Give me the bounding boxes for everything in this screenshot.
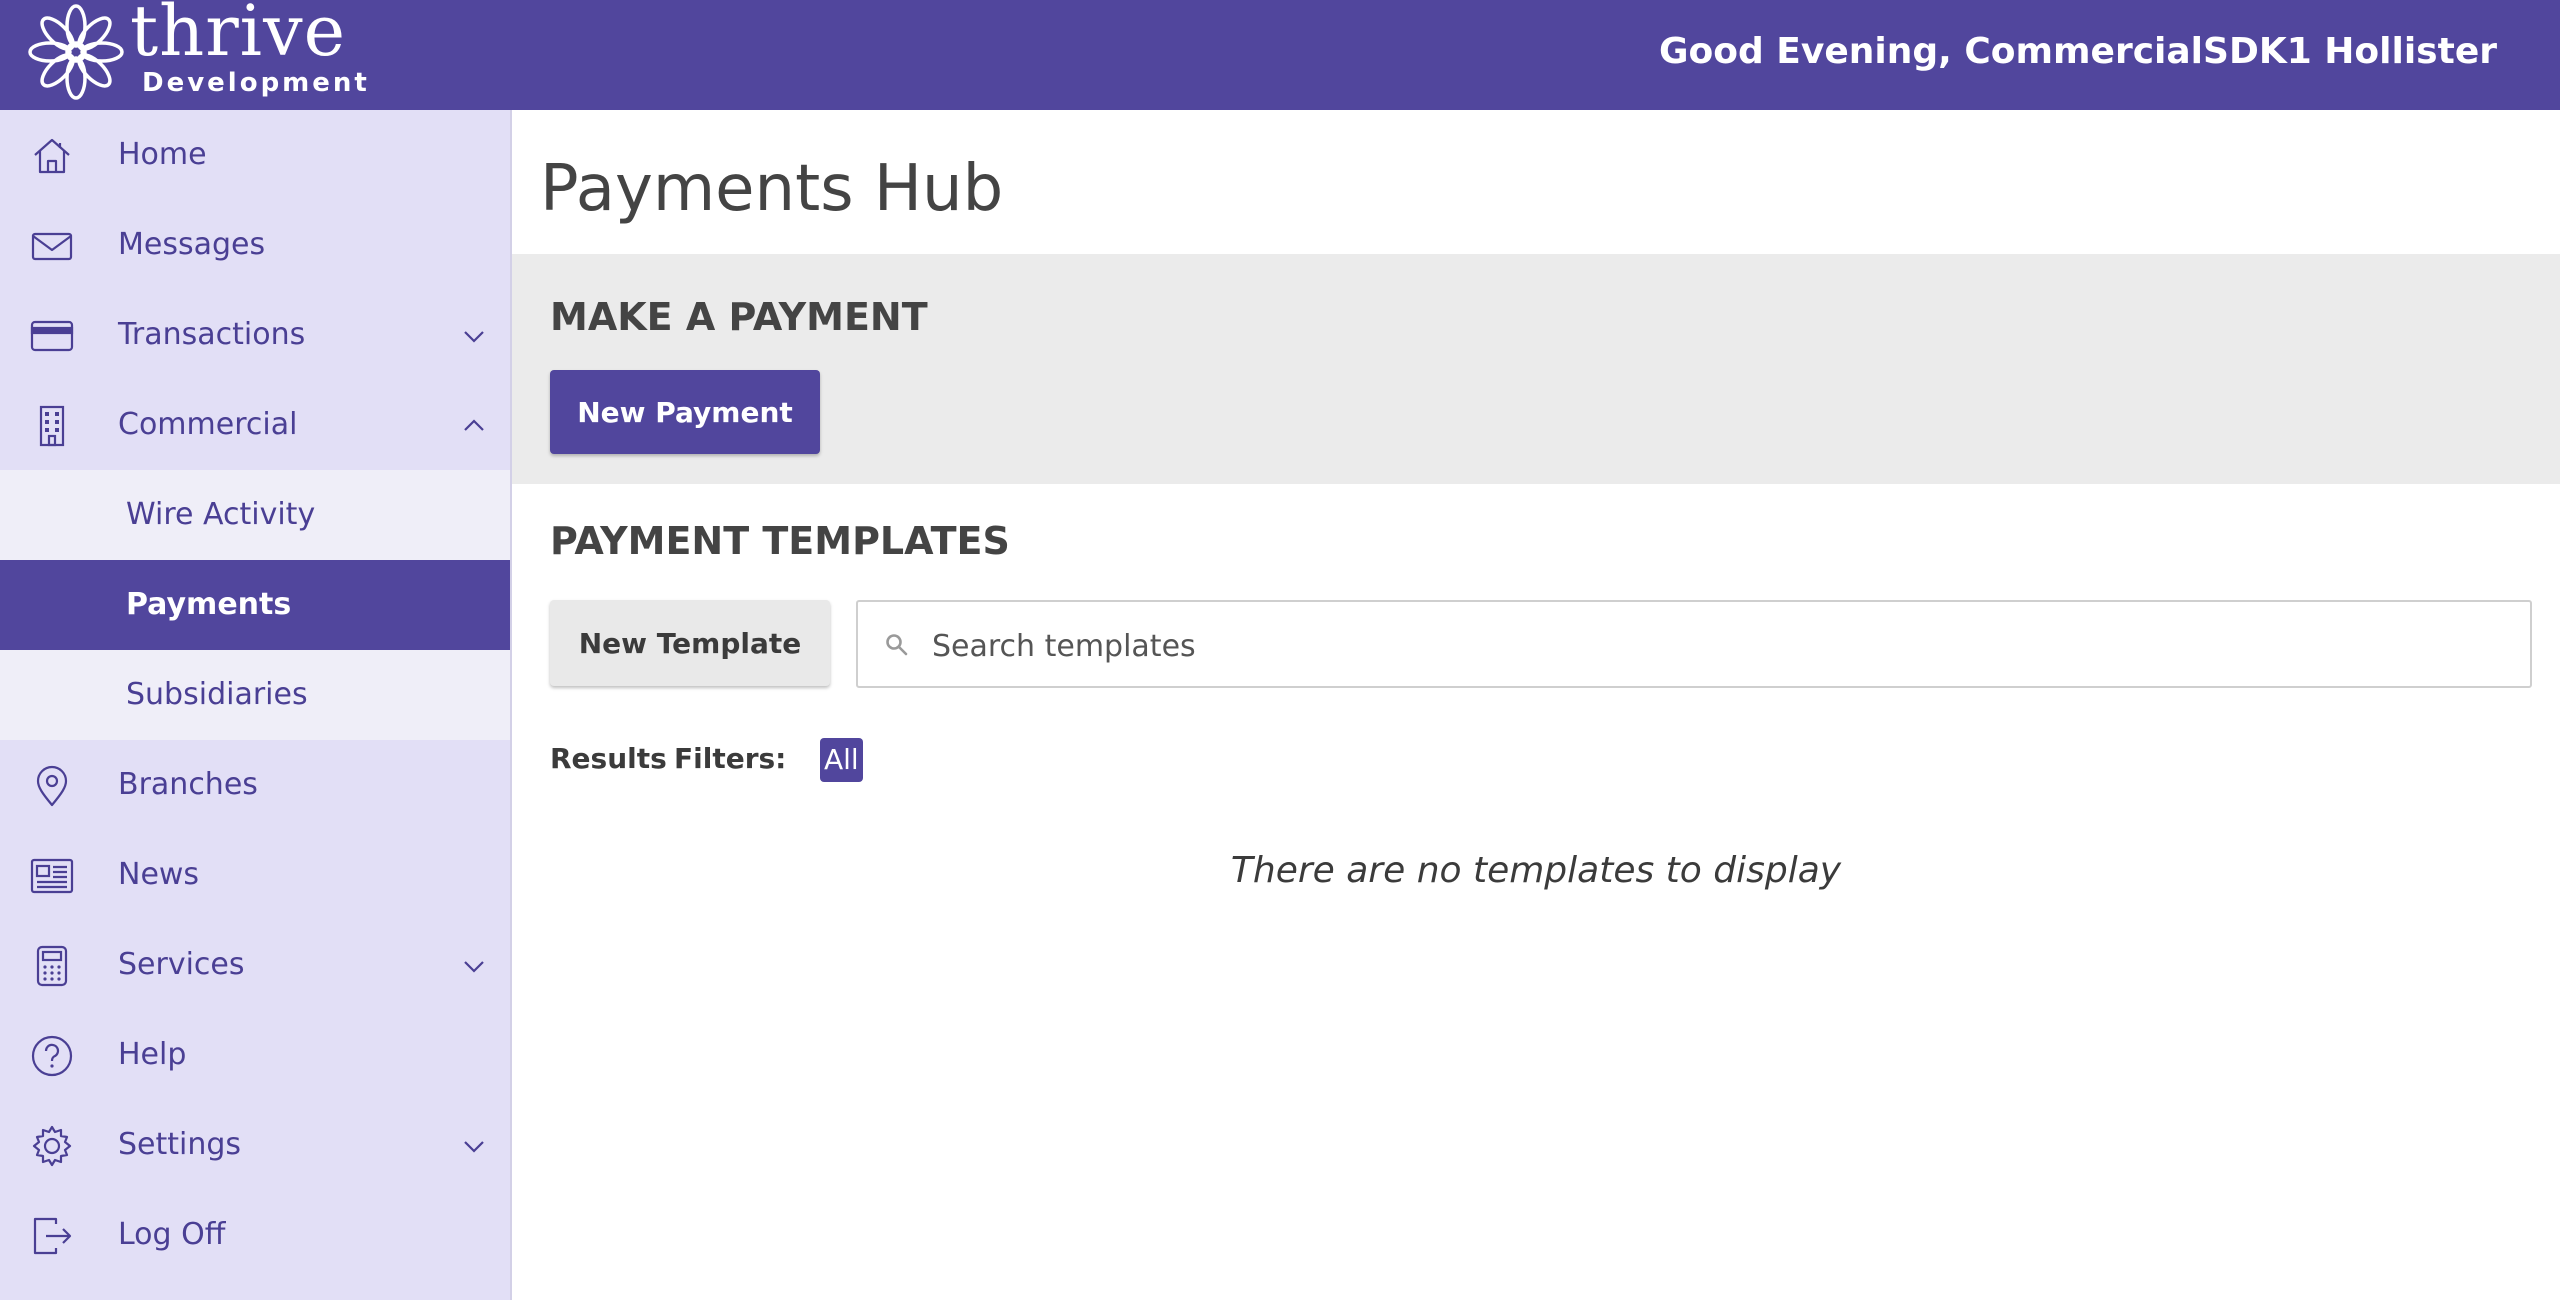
sidebar-item-log-off[interactable]: Log Off	[0, 1190, 510, 1280]
template-search-box[interactable]	[856, 600, 2532, 688]
chevron-up-icon[interactable]	[460, 412, 488, 440]
sidebar-item-label: Settings	[118, 1127, 242, 1162]
main-content: Payments Hub MAKE A PAYMENT New Payment …	[512, 110, 2560, 1300]
logout-icon	[30, 1214, 74, 1258]
calculator-icon	[30, 944, 74, 988]
help-circle-icon	[30, 1034, 74, 1078]
sidebar-item-label: Commercial	[118, 407, 298, 442]
chevron-down-icon[interactable]	[460, 1132, 488, 1160]
chevron-down-icon[interactable]	[460, 322, 488, 350]
sidebar-item-news[interactable]: News	[0, 830, 510, 920]
logo-subtitle: Development	[142, 68, 370, 98]
make-payment-section: MAKE A PAYMENT New Payment	[512, 254, 2560, 484]
page-title: Payments Hub	[540, 152, 1004, 226]
sidebar-item-transactions[interactable]: Transactions	[0, 290, 510, 380]
thrive-logo[interactable]: thrive Development	[28, 0, 367, 104]
sidebar-item-label: Home	[118, 137, 207, 172]
credit-card-icon	[30, 314, 74, 358]
home-icon	[30, 134, 74, 178]
sidebar-nav: Home Messages Transactions Commercial Wi…	[0, 110, 512, 1300]
sidebar-item-services[interactable]: Services	[0, 920, 510, 1010]
flower-logo-icon	[28, 4, 124, 100]
sidebar-item-label: Messages	[118, 227, 266, 262]
user-greeting: Good Evening, CommercialSDK1 Hollister	[1658, 31, 2497, 72]
sidebar-item-help[interactable]: Help	[0, 1010, 510, 1100]
sidebar-item-label: Log Off	[118, 1217, 226, 1252]
search-templates-input[interactable]	[930, 616, 2514, 676]
payment-templates-heading: PAYMENT TEMPLATES	[550, 519, 1010, 563]
newspaper-icon	[30, 854, 74, 898]
sidebar-item-home[interactable]: Home	[0, 110, 510, 200]
search-icon	[884, 632, 910, 658]
sidebar-item-label: Services	[118, 947, 245, 982]
new-payment-button[interactable]: New Payment	[550, 370, 820, 454]
map-pin-icon	[30, 764, 74, 808]
gear-icon	[30, 1124, 74, 1168]
new-template-button[interactable]: New Template	[550, 600, 830, 686]
sidebar-subitem-wire-activity[interactable]: Wire Activity	[0, 470, 510, 560]
sidebar-item-messages[interactable]: Messages	[0, 200, 510, 290]
filters-label: Filters:	[674, 742, 787, 775]
make-payment-heading: MAKE A PAYMENT	[550, 295, 928, 339]
filter-all-chip[interactable]: All	[820, 738, 863, 782]
app-header: thrive Development Good Evening, Commerc…	[0, 0, 2560, 110]
sidebar-subitem-label: Wire Activity	[126, 497, 316, 532]
chevron-down-icon[interactable]	[460, 952, 488, 980]
results-label: Results	[550, 742, 667, 775]
sidebar-item-label: Branches	[118, 767, 258, 802]
sidebar-item-branches[interactable]: Branches	[0, 740, 510, 830]
sidebar-subitem-label: Payments	[126, 587, 292, 622]
sidebar-subitem-payments[interactable]: Payments	[0, 560, 510, 650]
empty-templates-message: There are no templates to display	[1230, 850, 1842, 891]
building-icon	[30, 404, 74, 448]
sidebar-item-commercial[interactable]: Commercial	[0, 380, 510, 470]
logo-wordmark: thrive	[130, 0, 347, 72]
envelope-icon	[30, 224, 74, 268]
sidebar-subitem-label: Subsidiaries	[126, 677, 308, 712]
sidebar-subitem-subsidiaries[interactable]: Subsidiaries	[0, 650, 510, 740]
sidebar-item-label: News	[118, 857, 200, 892]
sidebar-item-label: Help	[118, 1037, 187, 1072]
sidebar-item-label: Transactions	[118, 317, 306, 352]
sidebar-item-settings[interactable]: Settings	[0, 1100, 510, 1190]
